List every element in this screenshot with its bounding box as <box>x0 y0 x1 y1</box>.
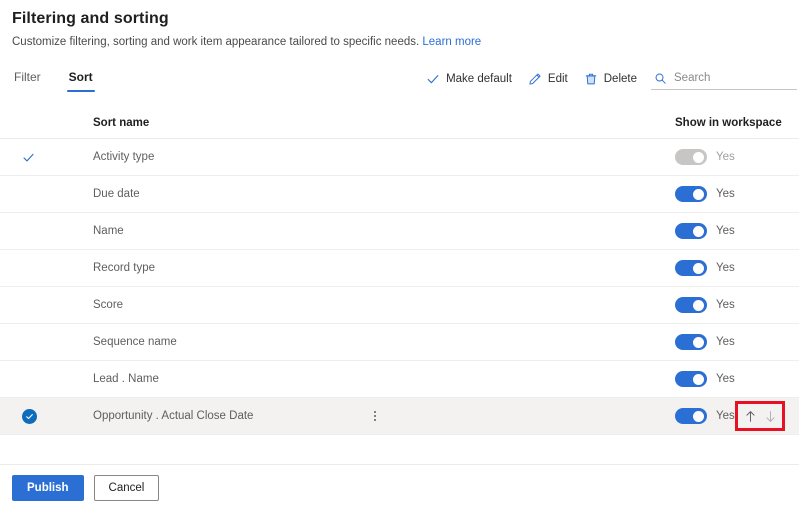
toggle-value-label: Yes <box>716 410 735 422</box>
show-in-workspace-toggle[interactable] <box>675 408 707 424</box>
toggle-value-label: Yes <box>716 262 735 274</box>
sort-table: Sort name Show in workspace Activity typ… <box>0 108 799 435</box>
show-in-workspace-toggle[interactable] <box>675 223 707 239</box>
table-body: Activity type Yes Due date Yes Name Yes Record… <box>0 139 799 435</box>
arrow-up-icon[interactable] <box>740 405 760 427</box>
show-in-workspace-toggle[interactable] <box>675 297 707 313</box>
checkmark-icon <box>426 72 440 86</box>
show-in-workspace-toggle[interactable] <box>675 260 707 276</box>
row-show-in-workspace-cell: Yes <box>670 297 799 313</box>
column-header-show-in-workspace: Show in workspace <box>675 117 782 129</box>
search-box[interactable] <box>651 68 797 90</box>
footer-actions: Publish Cancel <box>0 464 799 511</box>
make-default-button[interactable]: Make default <box>418 69 520 89</box>
row-show-in-workspace-cell: Yes <box>670 371 799 387</box>
edit-button[interactable]: Edit <box>520 69 576 89</box>
page-title: Filtering and sorting <box>12 10 169 27</box>
edit-label: Edit <box>547 73 568 85</box>
table-row[interactable]: Due date Yes <box>0 176 799 213</box>
row-show-in-workspace-cell: Yes <box>670 149 799 165</box>
table-row[interactable]: Score Yes <box>0 287 799 324</box>
toggle-value-label: Yes <box>716 373 735 385</box>
table-row[interactable]: Sequence name Yes <box>0 324 799 361</box>
table-row[interactable]: Record type Yes <box>0 250 799 287</box>
toggle-value-label: Yes <box>716 336 735 348</box>
row-sort-name: Opportunity . Actual Close Date <box>93 410 254 422</box>
delete-button[interactable]: Delete <box>576 69 645 89</box>
toolbar: Make default Edit Delete <box>418 68 797 90</box>
delete-label: Delete <box>603 73 637 85</box>
reorder-annotation-box <box>735 401 785 431</box>
row-sort-name: Activity type <box>93 151 155 163</box>
show-in-workspace-toggle[interactable] <box>675 334 707 350</box>
show-in-workspace-toggle <box>675 149 707 165</box>
toggle-value-label: Yes <box>716 225 735 237</box>
tab-sort[interactable]: Sort <box>66 66 95 92</box>
row-sort-name: Score <box>93 299 124 311</box>
tab-list: Filter Sort <box>12 66 119 92</box>
tab-filter[interactable]: Filter <box>12 66 43 92</box>
toggle-value-label: Yes <box>716 188 735 200</box>
column-header-sort-name: Sort name <box>93 117 150 129</box>
row-checkbox-checked-icon[interactable] <box>22 408 37 424</box>
row-more-cell <box>330 407 420 425</box>
table-row[interactable]: Lead . Name Yes <box>0 361 799 398</box>
search-icon <box>654 71 667 85</box>
page-subtitle-text: Customize filtering, sorting and work it… <box>12 36 420 48</box>
publish-button[interactable]: Publish <box>12 475 84 501</box>
cancel-button[interactable]: Cancel <box>93 475 160 501</box>
show-in-workspace-toggle[interactable] <box>675 186 707 202</box>
show-in-workspace-toggle[interactable] <box>675 371 707 387</box>
row-sort-name: Lead . Name <box>93 373 159 385</box>
pencil-icon <box>528 72 542 86</box>
trash-icon <box>584 72 598 86</box>
table-row[interactable]: Name Yes <box>0 213 799 250</box>
more-options-icon[interactable] <box>368 407 382 425</box>
arrow-down-icon[interactable] <box>760 405 780 427</box>
row-show-in-workspace-cell: Yes <box>670 260 799 276</box>
table-header-row: Sort name Show in workspace <box>0 108 799 139</box>
toggle-value-label: Yes <box>716 151 735 163</box>
table-row[interactable]: Activity type Yes <box>0 139 799 176</box>
page-header: Filtering and sorting Customize filterin… <box>0 0 799 50</box>
row-show-in-workspace-cell: Yes <box>670 334 799 350</box>
table-row[interactable]: Opportunity . Actual Close Date Yes <box>0 398 799 435</box>
make-default-label: Make default <box>446 73 512 85</box>
row-sort-name: Record type <box>93 262 156 274</box>
toggle-value-label: Yes <box>716 299 735 311</box>
page-subtitle: Customize filtering, sorting and work it… <box>12 34 799 50</box>
search-input[interactable] <box>674 72 795 84</box>
row-sort-name: Sequence name <box>93 336 177 348</box>
row-select-cell[interactable] <box>0 151 75 164</box>
row-sort-name: Due date <box>93 188 140 200</box>
command-row: Filter Sort Make default Edit Delete Sea… <box>0 66 799 104</box>
row-show-in-workspace-cell: Yes <box>670 186 799 202</box>
row-select-cell[interactable] <box>0 408 75 424</box>
default-checkmark-icon <box>22 151 35 164</box>
row-sort-name: Name <box>93 225 124 237</box>
row-show-in-workspace-cell: Yes <box>670 223 799 239</box>
learn-more-link[interactable]: Learn more <box>422 36 481 48</box>
